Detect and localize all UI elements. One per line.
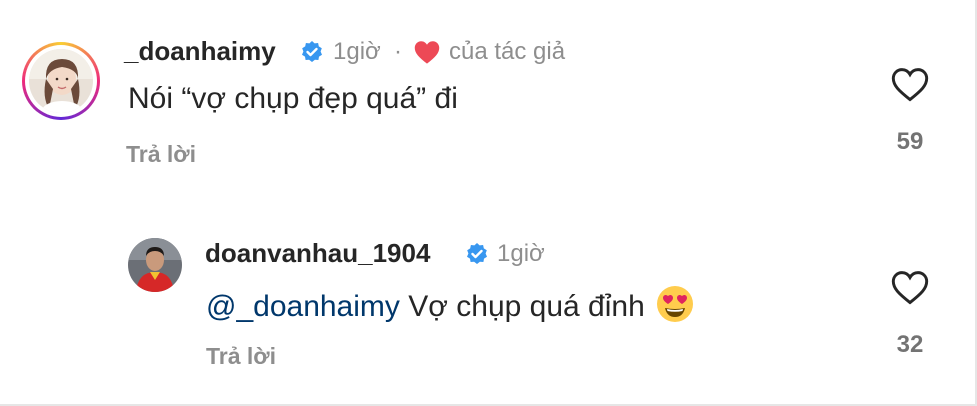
comment-timestamp: 1giờ [333,38,381,65]
heart-eyes-emoji-icon [655,284,695,332]
reply-button[interactable]: Trả lời [206,343,276,370]
verified-badge-icon [465,242,489,271]
separator-dot: · [394,38,402,65]
like-heart-icon[interactable] [890,269,930,310]
comment-text: @_doanhaimy Vợ chụp quá đỉnh [206,284,695,332]
like-count: 59 [896,128,924,155]
verified-badge-icon [300,40,324,69]
story-ring[interactable] [22,42,100,120]
avatar[interactable] [128,238,182,292]
comment-text: Nói “vợ chụp đẹp quá” đi [128,82,458,115]
reply-button[interactable]: Trả lời [126,141,196,168]
liked-by-author-label: của tác giả [449,38,566,65]
like-heart-icon[interactable] [890,66,930,107]
comment-timestamp: 1giờ [497,240,545,267]
mention-link[interactable]: @_doanhaimy [206,290,400,323]
comment-username[interactable]: _doanhaimy [124,36,276,67]
comment-username[interactable]: doanvanhau_1904 [205,238,430,269]
author-liked-heart-icon [413,39,441,70]
avatar [29,49,93,113]
comment-thread: _doanhaimy 1giờ · của tác giả Nói “vợ ch… [0,0,977,406]
like-count: 32 [896,331,924,358]
comment-body: Vợ chụp quá đỉnh [399,289,645,323]
